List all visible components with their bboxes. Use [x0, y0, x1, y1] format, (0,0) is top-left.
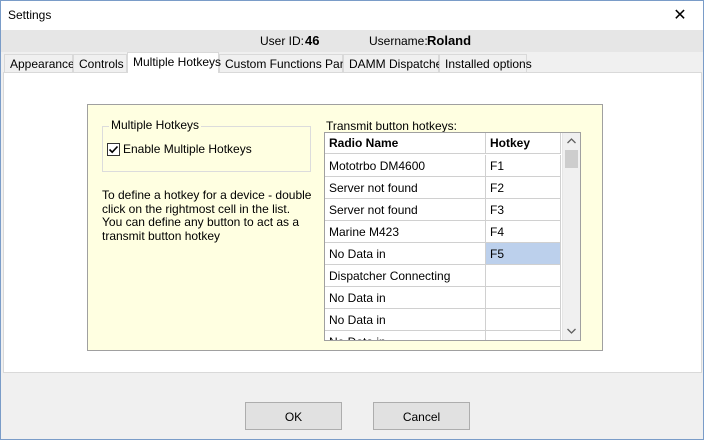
chevron-down-icon[interactable]: [563, 323, 580, 340]
radio-name-cell[interactable]: Dispatcher Connecting: [325, 265, 486, 287]
grid-header: Radio Name Hotkey: [325, 133, 561, 155]
title-bar: Settings ✕: [1, 1, 703, 30]
hotkeys-panel: Multiple Hotkeys Enable Multiple Hotkeys…: [87, 104, 603, 351]
hotkey-instructions: To define a hotkey for a device - double…: [102, 188, 312, 243]
table-row[interactable]: No Data in: [325, 331, 561, 340]
hotkey-cell[interactable]: F1: [486, 155, 561, 177]
table-row[interactable]: Server not found F2: [325, 177, 561, 199]
hotkeys-grid[interactable]: Radio Name Hotkey Mototrbo DM4600 F1 Serve…: [324, 132, 581, 341]
table-row[interactable]: No Data in: [325, 287, 561, 309]
column-header-hotkey[interactable]: Hotkey: [486, 133, 561, 154]
user-id-value: 46: [305, 33, 320, 48]
table-row[interactable]: Server not found F3: [325, 199, 561, 221]
radio-name-cell[interactable]: Mototrbo DM4600: [325, 155, 486, 177]
window-title: Settings: [8, 8, 52, 22]
radio-name-cell[interactable]: Server not found: [325, 177, 486, 199]
scrollbar-thumb[interactable]: [565, 150, 578, 168]
radio-name-cell[interactable]: No Data in: [325, 309, 486, 331]
table-row[interactable]: No Data in: [325, 309, 561, 331]
column-header-radio-name[interactable]: Radio Name: [325, 133, 486, 154]
table-row[interactable]: Mototrbo DM4600 F1: [325, 155, 561, 177]
user-info-bar: User ID: 46 Username: Roland: [1, 30, 703, 52]
tab-custom-functions-panel[interactable]: Custom Functions Panel: [219, 54, 356, 72]
table-row[interactable]: No Data in F5: [325, 243, 561, 265]
hotkey-cell[interactable]: [486, 265, 561, 287]
user-id-label: User ID:: [260, 34, 305, 48]
hotkey-cell[interactable]: F5: [486, 243, 561, 265]
enable-multiple-hotkeys-label[interactable]: Enable Multiple Hotkeys: [123, 142, 252, 156]
table-row[interactable]: Dispatcher Connecting: [325, 265, 561, 287]
tab-appearance[interactable]: Appearance: [4, 54, 75, 72]
cancel-button[interactable]: Cancel: [373, 402, 470, 430]
radio-name-cell[interactable]: No Data in: [325, 287, 486, 309]
radio-name-cell[interactable]: No Data in: [325, 243, 486, 265]
radio-name-cell[interactable]: Marine M423: [325, 221, 486, 243]
dialog-button-bar: OK Cancel: [1, 392, 703, 439]
close-icon[interactable]: ✕: [657, 1, 703, 30]
hotkey-cell[interactable]: F3: [486, 199, 561, 221]
tab-multiple-hotkeys[interactable]: Multiple Hotkeys: [127, 52, 221, 73]
tab-controls[interactable]: Controls: [73, 54, 127, 72]
transmit-hotkeys-label: Transmit button hotkeys:: [326, 119, 457, 133]
settings-window: Settings ✕ User ID: 46 Username: Roland …: [0, 0, 704, 440]
hotkey-cell[interactable]: [486, 331, 561, 340]
tab-installed-options[interactable]: Installed options: [439, 54, 532, 72]
grid-scrollbar[interactable]: [562, 133, 580, 340]
chevron-up-icon[interactable]: [563, 133, 580, 150]
hotkey-cell[interactable]: [486, 309, 561, 331]
multiple-hotkeys-group: Multiple Hotkeys Enable Multiple Hotkeys: [102, 118, 311, 172]
tab-damm-dispatcher[interactable]: DAMM Dispatcher: [343, 54, 446, 72]
check-icon: [108, 145, 119, 154]
enable-multiple-hotkeys-checkbox[interactable]: [107, 143, 120, 156]
radio-name-cell[interactable]: No Data in: [325, 331, 486, 340]
radio-name-cell[interactable]: Server not found: [325, 199, 486, 221]
ok-button[interactable]: OK: [245, 402, 342, 430]
username-value: Roland: [427, 33, 472, 48]
hotkey-cell[interactable]: [486, 287, 561, 309]
hotkey-cell[interactable]: F4: [486, 221, 561, 243]
hotkey-cell[interactable]: F2: [486, 177, 561, 199]
multiple-hotkeys-page: Multiple Hotkeys Enable Multiple Hotkeys…: [3, 72, 702, 373]
table-row[interactable]: Marine M423 F4: [325, 221, 561, 243]
group-title: Multiple Hotkeys: [109, 118, 202, 132]
username-label: Username:: [369, 34, 428, 48]
